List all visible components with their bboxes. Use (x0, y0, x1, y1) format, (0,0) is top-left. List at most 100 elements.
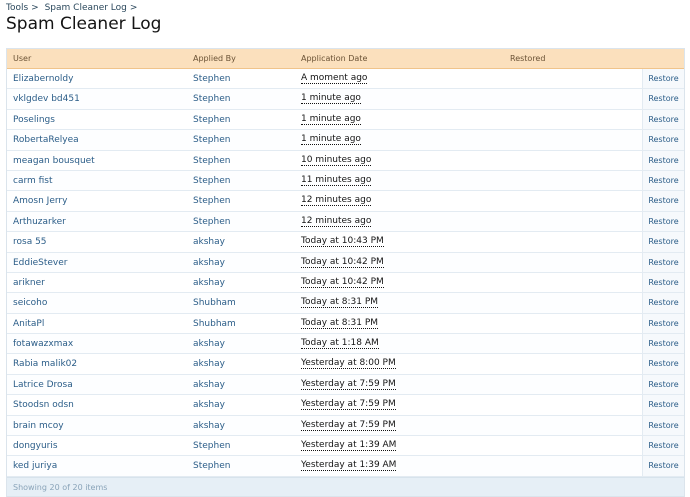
table-row: Amosn Jerry Stephen 12 minutes ago Restore (7, 191, 684, 212)
table-row: dongyuris Stephen Yesterday at 1:39 AM Rest… (7, 436, 684, 457)
applied-by-link[interactable]: akshay (193, 380, 225, 390)
restore-button[interactable]: Restore (642, 170, 684, 191)
user-link[interactable]: Rabia malik02 (13, 359, 77, 369)
breadcrumb-separator: > (31, 3, 39, 13)
restore-button[interactable]: Restore (642, 313, 684, 334)
applied-by-link[interactable]: Stephen (193, 156, 230, 166)
table-row: Elizabernoldy Stephen A moment ago Restore (7, 69, 684, 90)
breadcrumb-link-tools[interactable]: Tools (6, 3, 28, 13)
spam-log-table: User Applied By Application Date Restore… (6, 48, 685, 497)
restore-button[interactable]: Restore (642, 89, 684, 109)
application-date: 12 minutes ago (301, 215, 372, 227)
table-row: AnitaPl Shubham Today at 8:31 PM Restore (7, 313, 684, 335)
user-link[interactable]: vklgdev bd451 (13, 94, 80, 104)
restore-button[interactable]: Restore (642, 232, 684, 252)
restore-button[interactable]: Restore (642, 109, 684, 130)
application-date: Today at 1:18 AM (301, 338, 379, 350)
table-row: EddieStever akshay Today at 10:42 PM Restor… (7, 252, 684, 273)
application-date: Yesterday at 7:59 PM (301, 399, 396, 411)
user-link[interactable]: ked juriya (13, 461, 57, 471)
table-row: fotawazxmax akshay Today at 1:18 AM Restore (7, 334, 684, 355)
user-link[interactable]: Poselings (13, 115, 55, 125)
restore-button[interactable]: Restore (642, 456, 684, 476)
applied-by-link[interactable]: Stephen (193, 217, 230, 227)
application-date: Yesterday at 7:59 PM (301, 419, 396, 431)
restore-button[interactable]: Restore (642, 374, 684, 395)
application-date: 1 minute ago (301, 113, 361, 125)
user-link[interactable]: arikner (13, 278, 45, 288)
applied-by-link[interactable]: akshay (193, 359, 225, 369)
restore-button[interactable]: Restore (642, 252, 684, 272)
applied-by-link[interactable]: Shubham (193, 319, 236, 329)
application-date: Yesterday at 1:39 AM (301, 440, 397, 452)
user-link[interactable]: RobertaRelyea (13, 135, 79, 145)
applied-by-link[interactable]: akshay (193, 237, 225, 247)
table-footer: Showing 20 of 20 items (7, 476, 684, 496)
user-link[interactable]: Arthuzarker (13, 217, 66, 227)
applied-by-link[interactable]: Stephen (193, 196, 230, 206)
breadcrumb-link-spam-cleaner-log[interactable]: Spam Cleaner Log (45, 3, 127, 13)
user-link[interactable]: Latrice Drosa (13, 380, 73, 390)
applied-by-link[interactable]: Stephen (193, 74, 230, 84)
user-link[interactable]: rosa 55 (13, 237, 47, 247)
breadcrumb: Tools > Spam Cleaner Log > (6, 3, 140, 13)
application-date: Today at 8:31 PM (301, 297, 379, 309)
restore-button[interactable]: Restore (642, 293, 684, 313)
applied-by-link[interactable]: akshay (193, 421, 225, 431)
table-row: seicoho Shubham Today at 8:31 PM Restore (7, 293, 684, 314)
restore-button[interactable]: Restore (642, 436, 684, 456)
user-link[interactable]: Stoodsn odsn (13, 400, 74, 410)
header-user: User (13, 54, 32, 63)
restore-button[interactable]: Restore (642, 69, 684, 89)
applied-by-link[interactable]: Shubham (193, 298, 236, 308)
restore-button[interactable]: Restore (642, 150, 684, 170)
applied-by-link[interactable]: akshay (193, 400, 225, 410)
restore-button[interactable]: Restore (642, 334, 684, 354)
user-link[interactable]: meagan bousquet (13, 156, 95, 166)
table-row: brain mcoy akshay Yesterday at 7:59 PM Rest… (7, 415, 684, 437)
table-row: vklgdev bd451 Stephen 1 minute ago Restore (7, 89, 684, 110)
restore-button[interactable]: Restore (642, 191, 684, 211)
applied-by-link[interactable]: Stephen (193, 135, 230, 145)
user-link[interactable]: EddieStever (13, 258, 68, 268)
table-body: Elizabernoldy Stephen A moment ago Restore v… (7, 69, 684, 477)
applied-by-link[interactable]: Stephen (193, 94, 230, 104)
table-row: RobertaRelyea Stephen 1 minute ago Restore (7, 130, 684, 151)
user-link[interactable]: dongyuris (13, 441, 58, 451)
user-link[interactable]: fotawazxmax (13, 339, 73, 349)
applied-by-link[interactable]: Stephen (193, 176, 230, 186)
application-date: 1 minute ago (301, 93, 361, 105)
user-link[interactable]: Amosn Jerry (13, 196, 67, 206)
table-row: ked juriya Stephen Yesterday at 1:39 AM Res… (7, 456, 684, 477)
applied-by-link[interactable]: Stephen (193, 461, 230, 471)
applied-by-link[interactable]: Stephen (193, 115, 230, 125)
table-row: Poselings Stephen 1 minute ago Restore (7, 109, 684, 131)
restore-button[interactable]: Restore (642, 272, 684, 293)
restore-button[interactable]: Restore (642, 395, 684, 415)
user-link[interactable]: carm fist (13, 176, 53, 186)
user-link[interactable]: AnitaPl (13, 319, 44, 329)
application-date: Yesterday at 1:39 AM (301, 460, 397, 472)
table-row: rosa 55 akshay Today at 10:43 PM Restore (7, 232, 684, 253)
application-date: Yesterday at 8:00 PM (301, 358, 396, 370)
user-link[interactable]: brain mcoy (13, 421, 64, 431)
header-restored: Restored (510, 54, 546, 63)
page-title: Spam Cleaner Log (6, 14, 162, 34)
table-row: Stoodsn odsn akshay Yesterday at 7:59 PM Re… (7, 395, 684, 416)
table-row: meagan bousquet Stephen 10 minutes ago Rest… (7, 150, 684, 171)
application-date: Today at 10:43 PM (301, 236, 384, 248)
restore-button[interactable]: Restore (642, 354, 684, 374)
restore-button[interactable]: Restore (642, 130, 684, 150)
applied-by-link[interactable]: akshay (193, 339, 225, 349)
user-link[interactable]: Elizabernoldy (13, 74, 73, 84)
restore-button[interactable]: Restore (642, 415, 684, 436)
applied-by-link[interactable]: Stephen (193, 441, 230, 451)
application-date: 1 minute ago (301, 134, 361, 146)
header-application-date: Application Date (301, 54, 368, 63)
applied-by-link[interactable]: akshay (193, 258, 225, 268)
restore-button[interactable]: Restore (642, 211, 684, 232)
table-row: Rabia malik02 akshay Yesterday at 8:00 PM R… (7, 354, 684, 375)
applied-by-link[interactable]: akshay (193, 278, 225, 288)
user-link[interactable]: seicoho (13, 298, 47, 308)
table-row: carm fist Stephen 11 minutes ago Restore (7, 170, 684, 192)
